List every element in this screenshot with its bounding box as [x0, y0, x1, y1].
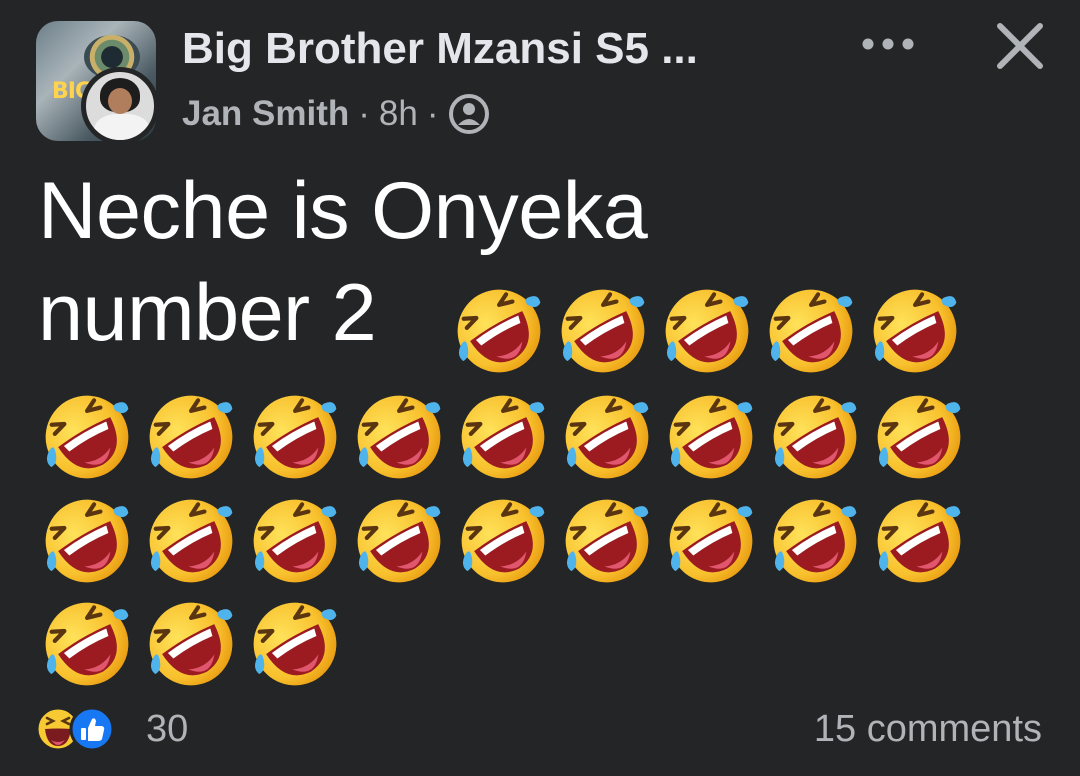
post-text-line: Neche is Onyeka: [38, 166, 648, 256]
emoji-row: [40, 390, 966, 484]
meta-separator: ·: [426, 94, 439, 133]
rolling-on-the-floor-laughing-emoji: [40, 494, 134, 588]
reaction-count[interactable]: 30: [146, 708, 188, 751]
rolling-on-the-floor-laughing-emoji: [144, 494, 238, 588]
rolling-on-the-floor-laughing-emoji: [456, 390, 550, 484]
avatar-face: [108, 88, 132, 114]
rolling-on-the-floor-laughing-emoji: [872, 390, 966, 484]
rolling-on-the-floor-laughing-emoji: [660, 284, 754, 378]
members-icon: [448, 94, 489, 134]
avatar-shirt: [94, 114, 150, 140]
rolling-on-the-floor-laughing-emoji: [768, 494, 862, 588]
rolling-on-the-floor-laughing-emoji: [456, 494, 550, 588]
more-options-button[interactable]: [856, 22, 920, 66]
rolling-on-the-floor-laughing-emoji: [452, 284, 546, 378]
post-footer: 30 15 comments: [0, 690, 1080, 776]
rolling-on-the-floor-laughing-emoji: [664, 390, 758, 484]
emoji-row: [452, 284, 962, 378]
rolling-on-the-floor-laughing-emoji: [40, 390, 134, 484]
rolling-on-the-floor-laughing-emoji: [248, 597, 342, 691]
rolling-on-the-floor-laughing-emoji: [40, 597, 134, 691]
like-reaction-icon: [69, 706, 115, 752]
group-name-link[interactable]: Big Brother Mzansi S5 ...: [182, 24, 698, 74]
emoji-row: [40, 597, 342, 691]
rolling-on-the-floor-laughing-emoji: [664, 494, 758, 588]
rolling-on-the-floor-laughing-emoji: [560, 390, 654, 484]
post-time-link[interactable]: 8h: [379, 94, 418, 134]
rolling-on-the-floor-laughing-emoji: [764, 284, 858, 378]
rolling-on-the-floor-laughing-emoji: [248, 390, 342, 484]
rolling-on-the-floor-laughing-emoji: [144, 390, 238, 484]
rolling-on-the-floor-laughing-emoji: [352, 390, 446, 484]
emoji-row: [40, 494, 966, 588]
author-avatar[interactable]: [81, 67, 159, 145]
meta-separator: ·: [358, 94, 370, 133]
rolling-on-the-floor-laughing-emoji: [560, 494, 654, 588]
close-icon: [997, 23, 1043, 69]
rolling-on-the-floor-laughing-emoji: [144, 597, 238, 691]
rolling-on-the-floor-laughing-emoji: [556, 284, 650, 378]
rolling-on-the-floor-laughing-emoji: [768, 390, 862, 484]
more-horizontal-icon: [862, 38, 914, 50]
post-header: BIG NA Big Brother Mzansi S5 ... Jan Smi…: [0, 0, 1080, 150]
rolling-on-the-floor-laughing-emoji: [352, 494, 446, 588]
rolling-on-the-floor-laughing-emoji: [872, 494, 966, 588]
reaction-icons[interactable]: [34, 704, 134, 754]
close-button[interactable]: [988, 14, 1052, 78]
post-meta: Jan Smith · 8h ·: [182, 92, 490, 136]
comments-count-link[interactable]: 15 comments: [814, 708, 1042, 751]
rolling-on-the-floor-laughing-emoji: [868, 284, 962, 378]
rolling-on-the-floor-laughing-emoji: [248, 494, 342, 588]
author-name-link[interactable]: Jan Smith: [182, 94, 349, 134]
